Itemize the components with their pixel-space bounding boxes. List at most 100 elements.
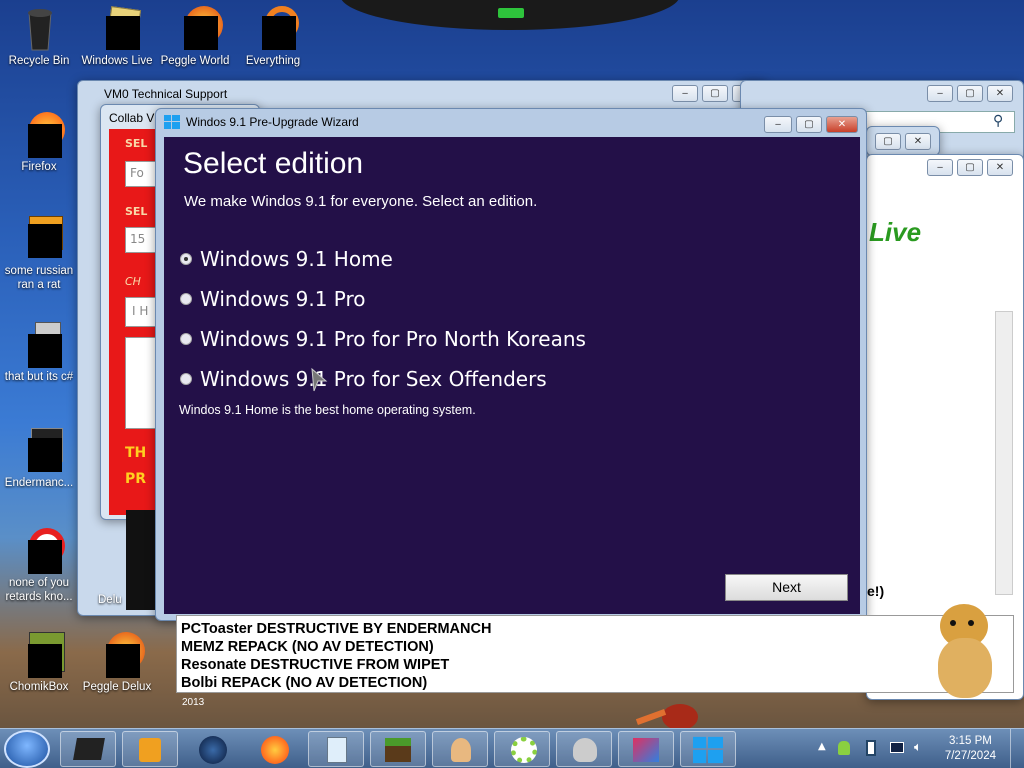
desktop-icon-windows-live[interactable]: Windows Live	[79, 6, 155, 68]
radio-option-pro-north-koreans[interactable]: Windows 9.1 Pro for Pro North Koreans	[180, 327, 586, 351]
desktop-icon-peggle-world[interactable]: Peggle World	[157, 6, 233, 68]
taskbar-globe[interactable]	[184, 731, 240, 767]
desktop-icon-none-of-you[interactable]: none of you retards kno...	[1, 528, 77, 604]
monitor-icon[interactable]	[890, 742, 904, 753]
taskbar-user[interactable]	[432, 731, 488, 767]
minimize-button[interactable]: ‒	[927, 159, 953, 176]
taskbar-firefox[interactable]	[246, 731, 302, 767]
maximize-button[interactable]: ▢	[957, 159, 983, 176]
close-button[interactable]: ✕	[987, 85, 1013, 102]
gadget-lights	[498, 8, 524, 18]
form-label: PR	[125, 471, 147, 487]
clock-time: 3:15 PM	[949, 735, 992, 747]
mouse-cursor-icon	[311, 367, 328, 392]
minimize-button[interactable]: ‒	[672, 85, 698, 102]
everything-icon	[249, 6, 299, 50]
tray-expand-icon[interactable]: ▲	[818, 741, 826, 752]
radio-label: Windows 9.1 Pro	[200, 287, 366, 311]
media-player-icon	[139, 738, 161, 762]
icon-label: Everything	[245, 55, 301, 67]
form-label: SEL	[125, 137, 148, 150]
radio-option-pro-sex-offenders[interactable]: Windows 9.1 Pro for Sex Offenders	[180, 367, 547, 391]
radio-dot[interactable]	[180, 293, 192, 305]
wizard-window[interactable]: Windos 9.1 Pre-Upgrade Wizard ‒ ▢ ✕ Select…	[155, 108, 867, 621]
desktop-icon-endermanch[interactable]: Endermanc...	[1, 428, 77, 490]
maximize-button[interactable]: ▢	[875, 133, 901, 150]
desktop-icon-russian-rat[interactable]: some russian ran a rat	[1, 216, 77, 292]
file-icon	[15, 216, 63, 260]
next-button[interactable]: Next	[725, 574, 848, 601]
maximize-button[interactable]: ▢	[702, 85, 728, 102]
clock-date: 7/27/2024	[944, 750, 996, 762]
radio-dot[interactable]	[180, 373, 192, 385]
taskbar-skull-app[interactable]	[556, 731, 612, 767]
taskbar-paint[interactable]	[618, 731, 674, 767]
volume-icon[interactable]: 🔈︎	[914, 740, 922, 755]
radio-label: Windows 9.1 Pro for Sex Offenders	[200, 367, 547, 391]
phone-icon[interactable]	[866, 740, 876, 756]
page-title: Select edition	[183, 147, 364, 180]
year-label: 2013	[182, 697, 205, 708]
desktop-icon-firefox[interactable]: Firefox	[1, 112, 77, 174]
taskbar-app-1[interactable]	[60, 731, 116, 767]
desktop-icon-peggle-deluxe[interactable]: Peggle Delux	[79, 632, 155, 694]
firefox-icon	[15, 112, 65, 158]
search-icon[interactable]: ⚲	[993, 113, 1003, 129]
close-button[interactable]: ✕	[987, 159, 1013, 176]
desktop-icon-recycle-bin[interactable]: Recycle Bin	[1, 6, 77, 68]
icon-label: Windows Live	[81, 55, 153, 67]
icon-label: none of you retards kno...	[5, 577, 73, 603]
maximize-button[interactable]: ▢	[796, 116, 822, 133]
form-label: SEL	[125, 205, 148, 218]
radio-label: Windows 9.1 Pro for Pro North Koreans	[200, 327, 586, 351]
form-label: TH	[125, 445, 147, 461]
page-subtitle: We make Windos 9.1 for everyone. Select …	[184, 193, 538, 210]
close-button[interactable]: ✕	[905, 133, 931, 150]
close-button[interactable]: ✕	[826, 116, 858, 133]
system-tray: ▲ 🔈︎ 3:15 PM 7/27/2024	[814, 729, 1024, 768]
radio-option-home[interactable]: Windows 9.1 Home	[180, 247, 393, 271]
desktop-icon-everything[interactable]: Everything	[235, 6, 311, 68]
chomikbox-icon	[15, 632, 65, 678]
app-window-icon	[15, 428, 63, 472]
firefox-icon	[261, 736, 289, 764]
taskbar-media-player[interactable]	[122, 731, 178, 767]
radio-dot-selected[interactable]	[180, 253, 192, 265]
desktop-icon-that-but-its-csharp[interactable]: that but its c#	[1, 322, 77, 384]
live-logo: Live	[869, 217, 922, 247]
side-text: e!)	[867, 583, 885, 599]
user-icon	[451, 738, 471, 762]
maximize-button[interactable]: ▢	[957, 85, 983, 102]
edition-description: Windos 9.1 Home is the best home operati…	[179, 403, 476, 417]
hamster-mascot	[930, 604, 1000, 704]
taskbar-notepad[interactable]	[308, 731, 364, 767]
minimize-button[interactable]: ‒	[927, 85, 953, 102]
peggle-deluxe-icon	[93, 632, 145, 678]
recycle-bin-icon	[15, 6, 63, 51]
minimize-button[interactable]: ‒	[764, 116, 792, 133]
wizard-title: Windos 9.1 Pre-Upgrade Wizard	[186, 115, 359, 129]
desktop-icon-chomikbox[interactable]: ChomikBox	[1, 632, 77, 694]
taskbar-windows-setup[interactable]	[680, 731, 736, 767]
app-icon	[73, 738, 105, 760]
window-right-2[interactable]: ▢ ✕	[866, 126, 940, 156]
icon-label: some russian ran a rat	[4, 265, 74, 291]
taskbar-gear-app[interactable]	[494, 731, 550, 767]
clock[interactable]: 3:15 PM 7/27/2024	[945, 734, 996, 764]
radio-dot[interactable]	[180, 333, 192, 345]
icon-label: Recycle Bin	[8, 55, 70, 67]
notepad-icon	[327, 737, 347, 763]
start-button[interactable]	[4, 730, 50, 768]
radio-option-pro[interactable]: Windows 9.1 Pro	[180, 287, 366, 311]
delu-label: Delu	[98, 594, 122, 606]
dark-window-edge	[126, 510, 156, 610]
wizard-body: Select edition We make Windos 9.1 for ev…	[164, 137, 860, 614]
show-desktop-button[interactable]	[1010, 729, 1024, 768]
vertical-scrollbar[interactable]	[995, 311, 1013, 595]
desktop-gadget	[340, 0, 680, 30]
list-item: Bolbi REPACK (NO AV DETECTION)	[181, 675, 428, 691]
list-item: PCToaster DESTRUCTIVE BY ENDERMANCH	[181, 621, 492, 637]
android-icon[interactable]	[838, 741, 850, 755]
form-label: CH	[125, 275, 141, 288]
taskbar-minecraft[interactable]	[370, 731, 426, 767]
